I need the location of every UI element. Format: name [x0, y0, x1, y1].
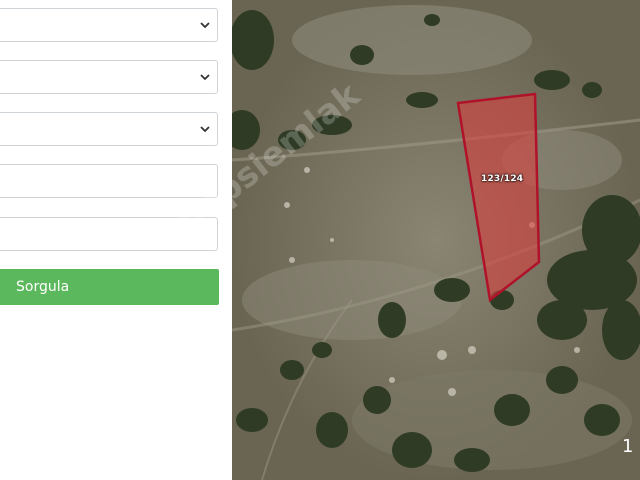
chevron-down-icon [200, 22, 210, 29]
block-input-field[interactable] [0, 164, 218, 198]
neighborhood-select[interactable] [0, 112, 218, 146]
satellite-map[interactable] [232, 0, 640, 480]
district-select[interactable] [0, 60, 218, 94]
satellite-imagery [232, 0, 640, 480]
chevron-down-icon [200, 74, 210, 81]
chevron-down-icon [200, 126, 210, 133]
map-scale-text: 1 [622, 436, 634, 457]
query-form: Sorgula [0, 0, 232, 480]
query-button[interactable]: Sorgula [0, 269, 219, 305]
province-select[interactable] [0, 8, 218, 42]
block-input[interactable] [0, 165, 217, 197]
parcel-number-label: 123/124 [481, 174, 524, 184]
